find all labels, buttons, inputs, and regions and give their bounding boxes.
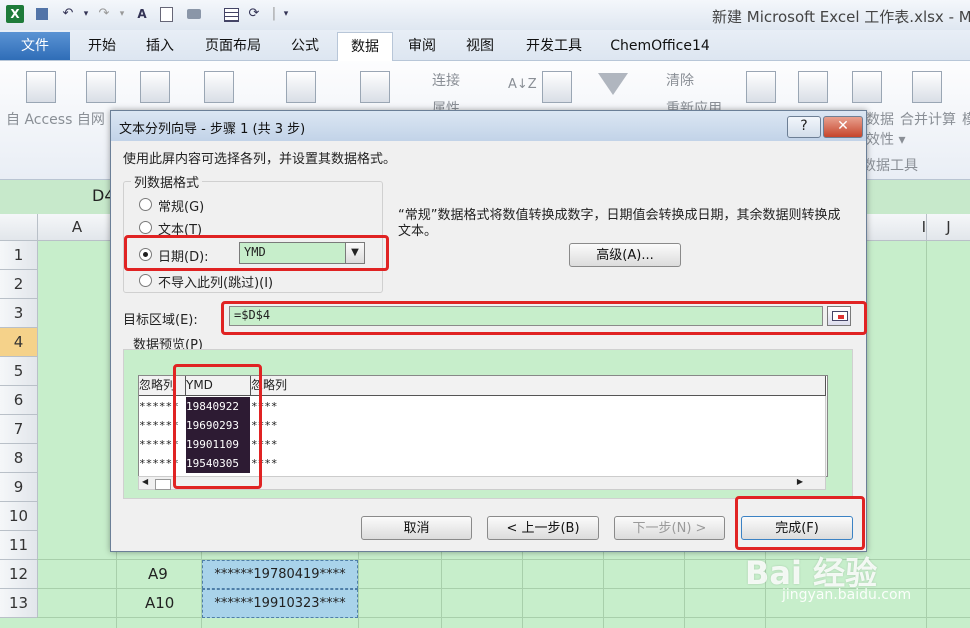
row-header-2[interactable]: 2 <box>0 270 38 299</box>
save-icon[interactable] <box>34 6 50 22</box>
tab-review[interactable]: 审阅 <box>398 32 446 60</box>
radio-general[interactable] <box>139 198 152 211</box>
row-header-9[interactable]: 9 <box>0 473 38 502</box>
data-validation-sub-label[interactable]: 效性 ▾ <box>866 129 905 149</box>
tab-formulas[interactable]: 公式 <box>280 32 330 60</box>
clear-label[interactable]: 清除 <box>666 70 694 90</box>
close-button[interactable]: ✕ <box>823 116 863 138</box>
refresh-all-icon[interactable] <box>360 71 390 103</box>
cell-c12[interactable]: ******19780419**** <box>202 560 358 589</box>
row-header-11[interactable]: 11 <box>0 531 38 560</box>
help-button[interactable]: ? <box>787 116 821 138</box>
watermark-url: jingyan.baidu.com <box>782 587 912 603</box>
tab-home[interactable]: 开始 <box>76 32 128 60</box>
tab-data[interactable]: 数据 <box>337 32 393 61</box>
back-button[interactable]: < 上一步(B) <box>487 516 599 540</box>
customize-qat-icon[interactable]: ▾ <box>278 6 294 22</box>
highlight-preview-column <box>173 364 262 489</box>
tab-developer[interactable]: 开发工具 <box>515 32 593 60</box>
cell-c13[interactable]: ******19910323**** <box>202 589 358 618</box>
excel-logo-icon: X <box>6 5 24 23</box>
undo-dropdown-icon[interactable]: ▾ <box>78 6 94 22</box>
redo-icon[interactable]: ↷ <box>96 6 112 22</box>
data-tools-group-label: 数据工具 <box>862 158 918 174</box>
sort-az-icon[interactable]: A↓Z <box>508 77 537 92</box>
consolidate-icon[interactable] <box>912 71 942 103</box>
consolidate-label[interactable]: 合并计算 <box>900 109 956 129</box>
row-header-4[interactable]: 4 <box>0 328 38 357</box>
scroll-thumb[interactable] <box>155 479 171 490</box>
filter-icon[interactable] <box>598 73 628 95</box>
destination-label: 目标区域(E): <box>123 313 198 328</box>
row-header-1[interactable]: 1 <box>0 241 38 270</box>
redo-dropdown-icon[interactable]: ▾ <box>114 6 130 22</box>
refresh-icon[interactable]: ⟳ <box>246 6 262 22</box>
row-header-7[interactable]: 7 <box>0 415 38 444</box>
preview-header-col3[interactable]: 忽略列 <box>251 376 826 396</box>
dialog-intro: 使用此屏内容可选择各列，并设置其数据格式。 <box>123 152 397 167</box>
scroll-right-icon[interactable]: ▶ <box>797 477 803 486</box>
format-icon[interactable] <box>186 6 202 22</box>
remove-duplicates-icon[interactable] <box>798 71 828 103</box>
connections-label[interactable]: 连接 <box>432 70 460 90</box>
preview-vertical-scrollbar[interactable] <box>825 396 827 476</box>
row-header-3[interactable]: 3 <box>0 299 38 328</box>
cell-b13[interactable]: A10 <box>145 589 174 617</box>
radio-skip-label[interactable]: 不导入此列(跳过)(I) <box>158 272 273 291</box>
cancel-button[interactable]: 取消 <box>361 516 472 540</box>
other-sources-icon[interactable] <box>204 71 234 103</box>
table-icon[interactable] <box>222 6 239 22</box>
advanced-button[interactable]: 高级(A)... <box>569 243 681 267</box>
row-header-5[interactable]: 5 <box>0 357 38 386</box>
title-bar: X ↶ ▾ ↷ ▾ A ⟳ | ▾ 新建 Microsoft Excel 工作表… <box>0 0 970 30</box>
data-validation-icon[interactable] <box>852 71 882 103</box>
radio-general-label[interactable]: 常规(G) <box>158 196 204 215</box>
tab-view[interactable]: 视图 <box>456 32 504 60</box>
access-icon[interactable] <box>26 71 56 103</box>
ribbon-tabs: 文件 开始 插入 页面布局 公式 数据 审阅 视图 开发工具 ChemOffic… <box>0 30 970 61</box>
row-header-12[interactable]: 12 <box>0 560 38 589</box>
row-header-13[interactable]: 13 <box>0 589 38 618</box>
gridline <box>926 241 927 628</box>
radio-skip[interactable] <box>139 274 152 287</box>
radio-text[interactable] <box>139 221 152 234</box>
tab-page-layout[interactable]: 页面布局 <box>194 32 272 60</box>
highlight-destination <box>221 301 867 335</box>
dialog-titlebar[interactable]: 文本分列向导 - 步骤 1 (共 3 步) ? ✕ <box>111 111 866 141</box>
existing-connections-icon[interactable] <box>286 71 316 103</box>
select-all-corner[interactable] <box>0 214 38 241</box>
next-button[interactable]: 下一步(N) > <box>614 516 725 540</box>
tab-chemoffice[interactable]: ChemOffice14 <box>602 32 718 60</box>
group-title: 列数据格式 <box>131 172 203 191</box>
print-preview-icon[interactable] <box>158 6 174 22</box>
column-header-a[interactable]: A <box>38 214 117 241</box>
window-title: 新建 Microsoft Excel 工作表.xlsx - M <box>712 8 970 26</box>
sort-icon[interactable] <box>542 71 572 103</box>
text-to-columns-icon[interactable] <box>746 71 776 103</box>
highlight-date-option <box>124 235 389 271</box>
highlight-finish-button <box>735 496 865 550</box>
cell-b12[interactable]: A9 <box>148 560 168 588</box>
row-header-8[interactable]: 8 <box>0 444 38 473</box>
font-size-icon[interactable]: A <box>134 6 150 22</box>
scroll-left-icon[interactable]: ◀ <box>142 477 148 486</box>
data-validation-label[interactable]: 数据 <box>866 109 894 129</box>
row-header-10[interactable]: 10 <box>0 502 38 531</box>
tab-file[interactable]: 文件 <box>0 32 70 60</box>
undo-icon[interactable]: ↶ <box>60 6 76 22</box>
right-cut-label: 模 <box>962 112 970 128</box>
column-header-j[interactable]: J <box>927 214 970 241</box>
tab-insert[interactable]: 插入 <box>136 32 184 60</box>
format-description: “常规”数据格式将数值转换成数字，日期值会转换成日期，其余数据则转换成文本。 <box>398 208 841 239</box>
web-icon[interactable] <box>86 71 116 103</box>
access-label[interactable]: 自 Access 自网 <box>6 109 105 129</box>
text-import-icon[interactable] <box>140 71 170 103</box>
row-header-6[interactable]: 6 <box>0 386 38 415</box>
gridline <box>37 617 970 618</box>
dialog-title: 文本分列向导 - 步骤 1 (共 3 步) <box>119 122 306 137</box>
